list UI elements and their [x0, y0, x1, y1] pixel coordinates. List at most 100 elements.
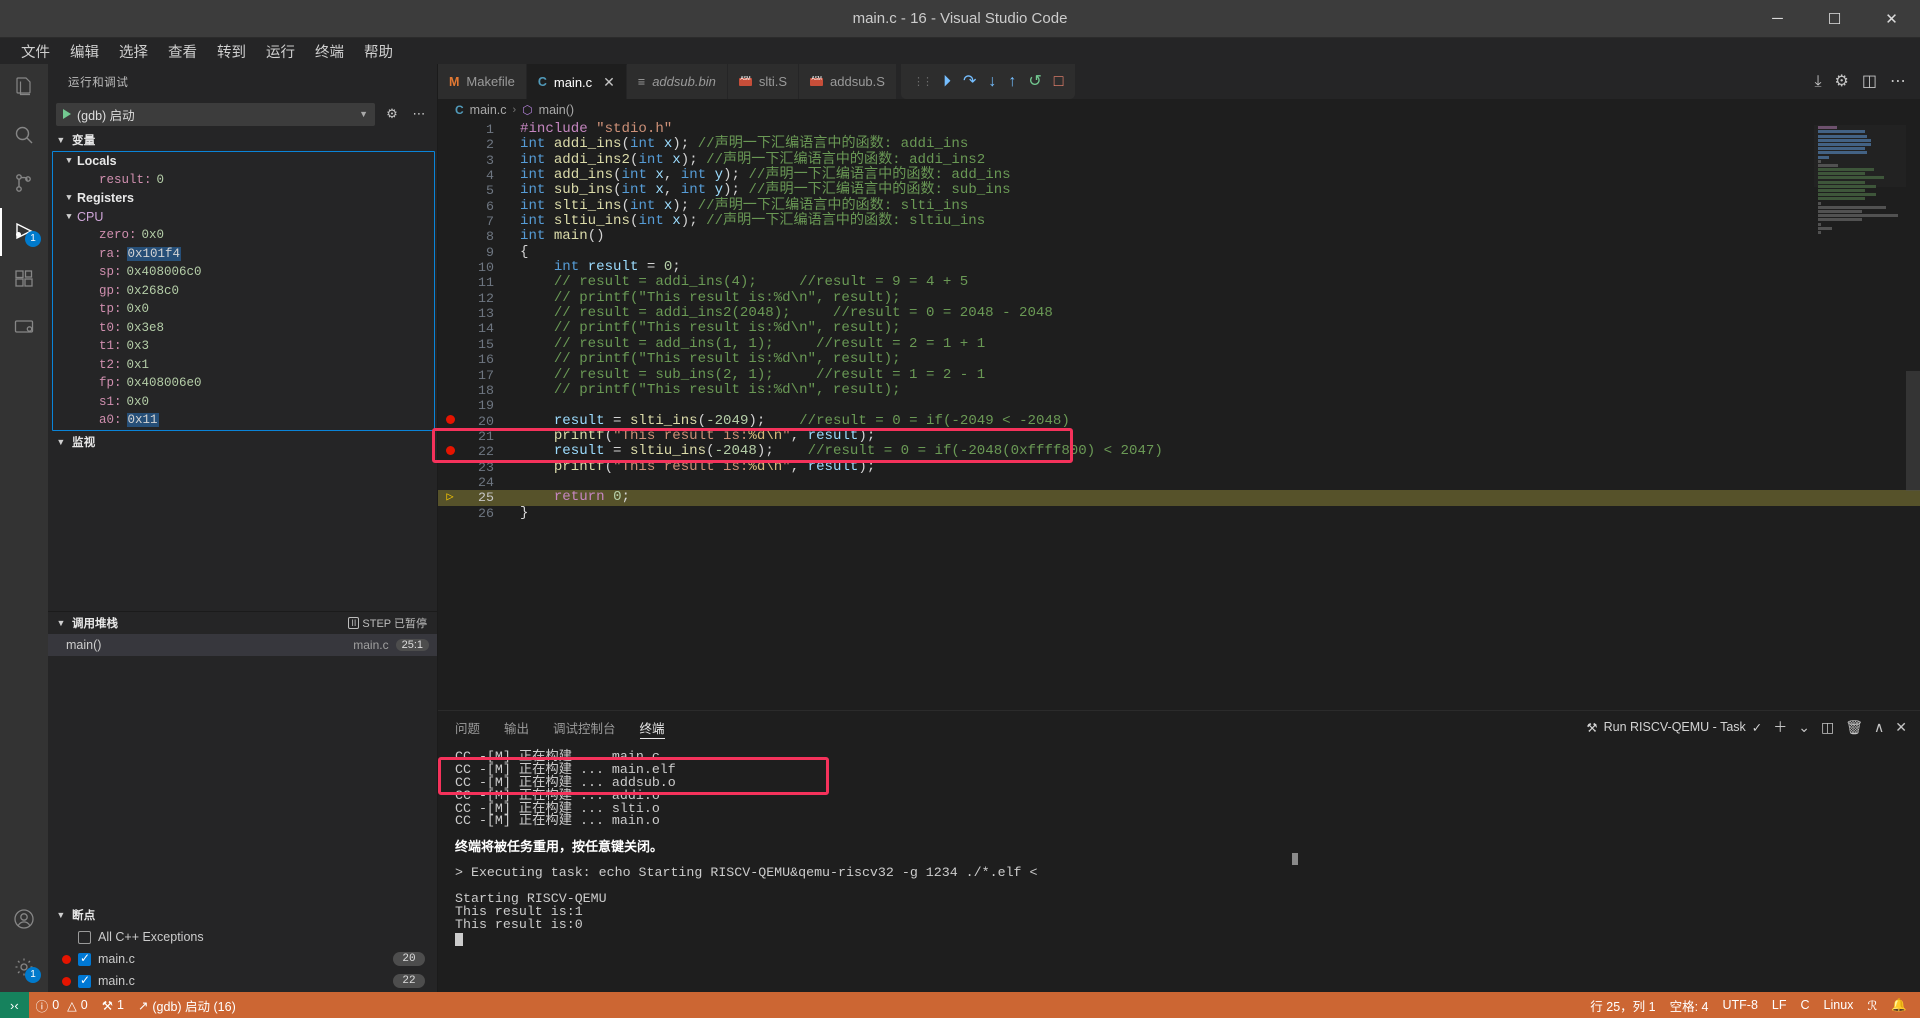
panel-tab-3[interactable]: 终端 — [640, 711, 665, 743]
panel-tab-1[interactable]: 输出 — [504, 711, 529, 743]
code-line[interactable]: 6int slti_ins(int x); //声明一下汇编语言中的函数: sl… — [438, 199, 1920, 214]
status-language-mode[interactable]: C — [1794, 992, 1817, 1018]
watch-section-title[interactable]: ▼ 监视 — [48, 431, 437, 453]
chevron-down-icon[interactable]: ⌄ — [1798, 719, 1810, 736]
launch-config-select[interactable]: (gdb) 启动 ▼ — [56, 103, 375, 126]
editor-tab-slti-s[interactable]: slti.S — [728, 64, 799, 99]
editor-tab-main-c[interactable]: Cmain.c✕ — [527, 64, 627, 99]
activity-item-manage[interactable]: 1 — [0, 944, 48, 992]
variable-row[interactable]: t1:0x3 — [53, 337, 434, 356]
variable-row[interactable]: gp:0x268c0 — [53, 282, 434, 301]
step-into-button[interactable]: ↓ — [988, 74, 996, 90]
breakpoints-section-title[interactable]: ▼ 断点 — [48, 904, 437, 926]
variable-row[interactable]: ▼CPU — [53, 208, 434, 227]
variable-value[interactable]: 0x0 — [127, 395, 150, 409]
more-actions-icon[interactable]: ⋯ — [1890, 74, 1906, 90]
close-icon[interactable]: ✕ — [603, 74, 615, 91]
maximize-button[interactable]: ☐ — [1806, 0, 1863, 37]
breakpoint-checkbox[interactable] — [78, 953, 91, 966]
status-prettier-icon[interactable]: ℛ — [1860, 992, 1884, 1018]
variable-value[interactable]: 0x408006e0 — [127, 376, 202, 390]
code-lines[interactable]: 1#include "stdio.h"2int addi_ins(int x);… — [438, 121, 1920, 710]
variable-value[interactable]: 0x3e8 — [127, 321, 165, 335]
variables-tree[interactable]: ▼Localsresult:0▼Registers▼CPUzero:0x0ra:… — [52, 151, 435, 431]
terminal-output[interactable]: CC -[M] 正在构建 ... main.cCC -[M] 正在构建 ... … — [438, 743, 1920, 992]
status-notifications-icon[interactable]: 🔔 — [1884, 992, 1914, 1018]
code-line[interactable]: 9{ — [438, 245, 1920, 260]
variables-section-title[interactable]: ▼ 变量 — [48, 129, 437, 151]
code-line[interactable]: 20 result = slti_ins(-2049); //result = … — [438, 414, 1920, 429]
maximize-panel-icon[interactable]: ∧ — [1874, 719, 1884, 736]
code-line[interactable]: 13 // result = addi_ins2(2048); //result… — [438, 306, 1920, 321]
terminal-task-chip[interactable]: ⚒ Run RISCV-QEMU - Task ✓ — [1586, 720, 1762, 735]
breadcrumb-symbol[interactable]: main() — [539, 103, 574, 117]
variable-row[interactable]: ▼Registers — [53, 189, 434, 208]
status-indentation[interactable]: 空格: 4 — [1663, 992, 1716, 1018]
menu-item-0[interactable]: 文件 — [12, 38, 59, 65]
chevron-down-icon[interactable]: ▼ — [61, 212, 77, 222]
status-encoding[interactable]: UTF-8 — [1716, 992, 1765, 1018]
split-editor-down-icon[interactable]: ⤓ — [1814, 74, 1821, 90]
breakpoint-row[interactable]: All C++ Exceptions — [48, 926, 437, 948]
chevron-down-icon[interactable]: ▼ — [61, 156, 77, 166]
status-debug-session[interactable]: ↗ (gdb) 启动 (16) — [131, 992, 243, 1018]
step-over-button[interactable]: ↷ — [963, 74, 976, 90]
drag-handle-icon[interactable]: ⋮⋮ — [913, 75, 931, 88]
panel-tab-0[interactable]: 问题 — [455, 711, 480, 743]
code-line[interactable]: 15 // result = add_ins(1, 1); //result =… — [438, 337, 1920, 352]
status-eol[interactable]: LF — [1765, 992, 1794, 1018]
activity-item-search[interactable] — [0, 112, 48, 160]
start-debugging-icon[interactable] — [63, 109, 71, 119]
new-terminal-icon[interactable]: ＋ — [1773, 717, 1787, 737]
kill-terminal-icon[interactable]: 🗑 — [1845, 719, 1863, 736]
menu-item-3[interactable]: 查看 — [159, 38, 206, 65]
menu-item-4[interactable]: 转到 — [208, 38, 255, 65]
editor-gutter-breakpoint[interactable] — [438, 414, 462, 429]
editor-tab-makefile[interactable]: MMakefile — [438, 64, 527, 99]
callstack-section-title[interactable]: ▼ 调用堆栈 II STEP 已暂停 — [48, 612, 437, 634]
variable-value[interactable]: 0x3 — [127, 339, 150, 353]
code-line[interactable]: 21 printf("This result is:%d\n", result)… — [438, 429, 1920, 444]
close-button[interactable]: ✕ — [1863, 0, 1920, 37]
code-line[interactable]: 22 result = sltiu_ins(-2048); //result =… — [438, 444, 1920, 459]
variable-row[interactable]: t0:0x3e8 — [53, 319, 434, 338]
status-ports[interactable]: ⚒ 1 — [95, 992, 131, 1018]
variable-row[interactable]: sp:0x408006c0 — [53, 263, 434, 282]
code-line[interactable]: 19 — [438, 398, 1920, 413]
code-line[interactable]: 10 int result = 0; — [438, 260, 1920, 275]
chevron-down-icon[interactable]: ▼ — [54, 437, 68, 447]
activity-item-extensions[interactable] — [0, 256, 48, 304]
stop-button[interactable]: □ — [1054, 74, 1064, 90]
menu-item-6[interactable]: 终端 — [306, 38, 353, 65]
editor-tab-addsub-s[interactable]: addsub.S — [799, 64, 897, 99]
status-errors-warnings[interactable]: ⓘ 0 △ 0 — [29, 992, 95, 1018]
menu-item-5[interactable]: 运行 — [257, 38, 304, 65]
step-out-button[interactable]: ↑ — [1008, 74, 1016, 90]
variable-row[interactable]: fp:0x408006e0 — [53, 374, 434, 393]
menu-item-1[interactable]: 编辑 — [61, 38, 108, 65]
breakpoint-checkbox[interactable] — [78, 975, 91, 988]
editor-scrollbar[interactable] — [1906, 371, 1920, 491]
code-line[interactable]: 8int main() — [438, 229, 1920, 244]
restart-button[interactable]: ↺ — [1028, 74, 1041, 90]
variable-value[interactable]: 0x268c0 — [127, 284, 180, 298]
variable-row[interactable]: result:0 — [53, 171, 434, 190]
status-cursor-position[interactable]: 行 25，列 1 — [1583, 992, 1662, 1018]
activity-item-run-and-debug[interactable]: 1 — [0, 208, 48, 256]
chevron-down-icon[interactable]: ▼ — [61, 193, 77, 203]
code-line[interactable]: 2int addi_ins(int x); //声明一下汇编语言中的函数: ad… — [438, 137, 1920, 152]
code-line[interactable]: 11 // result = addi_ins(4); //result = 9… — [438, 275, 1920, 290]
callstack-frame[interactable]: main() main.c 25:1 — [48, 634, 437, 656]
breakpoint-checkbox[interactable] — [78, 931, 91, 944]
code-line[interactable]: 3int addi_ins2(int x); //声明一下汇编语言中的函数: a… — [438, 153, 1920, 168]
settings-icon[interactable]: ⚙ — [1835, 74, 1849, 90]
variable-row[interactable]: zero:0x0 — [53, 226, 434, 245]
activity-item-remote-explorer[interactable] — [0, 304, 48, 352]
breakpoint-dot-icon[interactable] — [446, 446, 455, 455]
variable-row[interactable]: ▼Locals — [53, 152, 434, 171]
code-line[interactable]: 18 // printf("This result is:%d\n", resu… — [438, 383, 1920, 398]
code-line[interactable]: 14 // printf("This result is:%d\n", resu… — [438, 321, 1920, 336]
code-line[interactable]: 26} — [438, 506, 1920, 521]
open-launch-json-button[interactable]: ⚙ — [382, 104, 402, 124]
chevron-down-icon[interactable]: ▼ — [359, 109, 368, 119]
